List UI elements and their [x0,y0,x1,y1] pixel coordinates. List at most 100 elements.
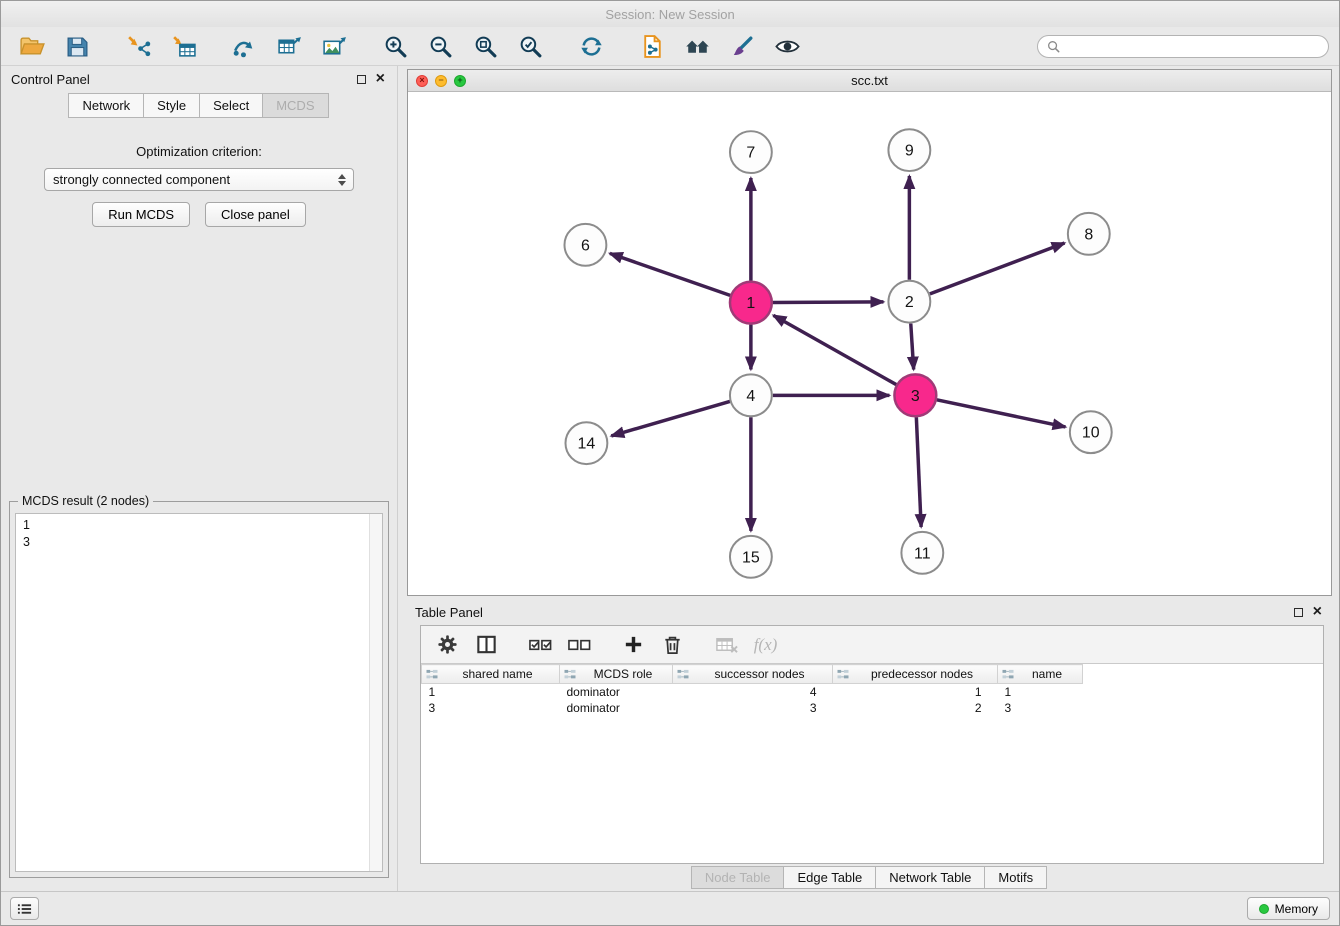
new-network-from-selection-button[interactable] [223,30,265,62]
memory-button[interactable]: Memory [1247,897,1330,920]
open-folder-button[interactable] [11,30,53,62]
graph-node-7[interactable]: 7 [730,131,772,173]
search-box[interactable] [1037,35,1329,58]
graph-edge-3-1[interactable] [773,315,896,384]
tab-edge-table[interactable]: Edge Table [783,866,876,889]
float-panel-icon[interactable] [357,75,366,84]
graph-edge-4-14[interactable] [611,401,730,435]
refresh-button[interactable] [570,30,612,62]
mcds-result-list[interactable]: 1 3 [15,513,383,872]
graph-node-9[interactable]: 9 [888,129,930,171]
zoom-selected-button[interactable] [509,30,551,62]
table-cell[interactable]: 1 [998,684,1083,701]
save-button[interactable] [56,30,98,62]
mcds-result-box: MCDS result (2 nodes) 1 3 [9,501,389,878]
graph-edge-1-2[interactable] [773,302,884,303]
close-panel-icon[interactable]: × [376,73,385,85]
table-cell[interactable]: 3 [673,700,833,716]
table-cell[interactable]: 4 [673,684,833,701]
table-cell-filler [1083,684,1324,701]
table-cell[interactable]: dominator [560,700,673,716]
graph-node-3[interactable]: 3 [894,374,936,416]
task-history-button[interactable] [10,897,39,920]
network-canvas-svg[interactable]: 7 9 6 8 1 2 4 3 14 10 15 11 [408,92,1331,595]
search-input[interactable] [1066,39,1319,54]
graph-node-10[interactable]: 10 [1070,411,1112,453]
show-hide-button[interactable] [766,30,808,62]
table-row-0[interactable]: 1dominator411 [422,684,1324,701]
table-toolbar-icons: f(x) [421,626,1323,664]
column-chooser-button[interactable] [468,630,505,660]
table-panel: Table Panel × f(x) shared nameMCDS roles… [407,600,1332,891]
column-header-predecessor-nodes[interactable]: predecessor nodes [833,665,998,684]
svg-text:4: 4 [746,388,755,405]
column-type-icon [426,669,438,680]
delete-table-icon [714,633,739,656]
table-cell[interactable]: 1 [833,684,998,701]
graph-edge-1-6[interactable] [610,253,730,295]
import-table-button[interactable] [162,30,204,62]
table-cell[interactable]: 3 [422,700,560,716]
graph-node-1[interactable]: 1 [730,282,772,324]
clone-network-button[interactable] [631,30,673,62]
table-cell[interactable]: 2 [833,700,998,716]
tab-style[interactable]: Style [143,93,200,118]
settings-gear-button[interactable] [429,630,466,660]
minimize-window-icon[interactable]: − [435,75,447,87]
graph-node-15[interactable]: 15 [730,536,772,578]
zoom-window-icon[interactable]: + [454,75,466,87]
style-brush-button[interactable] [721,30,763,62]
graph-node-2[interactable]: 2 [888,281,930,323]
run-mcds-button[interactable]: Run MCDS [92,202,190,227]
zoom-fit-button[interactable] [464,30,506,62]
select-all-button[interactable] [522,630,559,660]
float-table-panel-icon[interactable] [1294,608,1303,617]
graph-node-8[interactable]: 8 [1068,213,1110,255]
toolbar-separator [507,644,520,645]
close-table-panel-icon[interactable]: × [1313,606,1322,618]
network-canvas[interactable]: 7 9 6 8 1 2 4 3 14 10 15 11 [408,92,1331,595]
network-overview-button[interactable] [676,30,718,62]
tab-motifs[interactable]: Motifs [984,866,1047,889]
import-network-button[interactable] [117,30,159,62]
control-panel-header: Control Panel × [1,66,397,92]
export-image-button[interactable] [313,30,355,62]
graph-node-6[interactable]: 6 [564,224,606,266]
table-cell[interactable]: 1 [422,684,560,701]
svg-text:7: 7 [746,145,755,162]
show-hide-icon [774,34,801,59]
tab-network[interactable]: Network [68,93,144,118]
column-header-MCDS-role[interactable]: MCDS role [560,665,673,684]
add-row-button[interactable] [615,630,652,660]
close-panel-button[interactable]: Close panel [205,202,306,227]
graph-node-11[interactable]: 11 [901,532,943,574]
column-type-icon [677,669,689,680]
add-row-icon [621,633,646,656]
column-header-successor-nodes[interactable]: successor nodes [673,665,833,684]
column-header-shared-name[interactable]: shared name [422,665,560,684]
tab-network-table[interactable]: Network Table [875,866,985,889]
table-cell[interactable]: 3 [998,700,1083,716]
export-table-button[interactable] [268,30,310,62]
tab-mcds[interactable]: MCDS [262,93,328,118]
column-header-name[interactable]: name [998,665,1083,684]
table-cell[interactable]: dominator [560,684,673,701]
graph-edge-2-3[interactable] [911,324,914,370]
style-brush-icon [729,34,756,59]
delete-row-button[interactable] [654,630,691,660]
svg-text:1: 1 [746,295,755,312]
close-window-icon[interactable]: × [416,75,428,87]
table-row-1[interactable]: 3dominator323 [422,700,1324,716]
select-none-button[interactable] [561,630,598,660]
result-scrollbar[interactable] [369,514,382,871]
zoom-out-button[interactable] [419,30,461,62]
zoom-in-button[interactable] [374,30,416,62]
graph-edge-2-8[interactable] [930,243,1065,294]
tab-node-table[interactable]: Node Table [691,866,785,889]
graph-edge-3-11[interactable] [916,417,921,527]
graph-node-4[interactable]: 4 [730,374,772,416]
graph-edge-3-10[interactable] [937,400,1066,427]
graph-node-14[interactable]: 14 [565,422,607,464]
tab-select[interactable]: Select [199,93,263,118]
optimization-criterion-dropdown[interactable]: strongly connected component [44,168,354,191]
